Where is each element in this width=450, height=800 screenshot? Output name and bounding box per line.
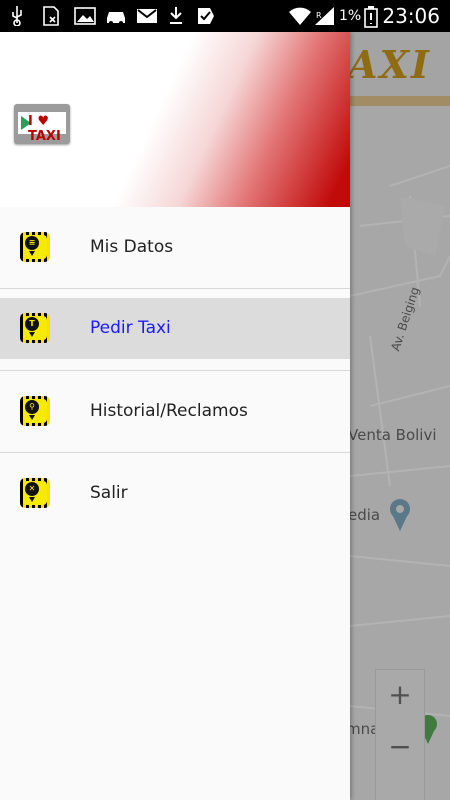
wifi-icon: [288, 6, 312, 26]
sim-icon: [42, 6, 60, 26]
zoom-controls: + −: [375, 669, 425, 800]
clock: 23:06: [382, 4, 440, 28]
taxi-history-icon: ⚲: [20, 396, 50, 428]
app-logo: I ♥ TAXI: [14, 104, 70, 144]
signal-icon: R: [314, 6, 336, 26]
map-view[interactable]: AXI Av. Beiging Venta Bolivi edia mnasia…: [350, 32, 450, 800]
download-icon: [168, 6, 184, 26]
selected-highlight: [0, 298, 350, 359]
navigation-drawer: I ♥ TAXI ≡ Mis Datos T Pedir Taxi ⚲ Hist…: [0, 32, 350, 800]
map-label-place: edia: [350, 506, 381, 524]
drawer-header: I ♥ TAXI: [0, 32, 350, 207]
app-toolbar: AXI: [350, 32, 450, 96]
app-title-fragment: AXI: [350, 42, 431, 87]
status-bar: R 1% 23:06: [0, 0, 450, 32]
image-icon: [74, 6, 96, 26]
menu-item-salir[interactable]: ✕ Salir: [0, 453, 350, 535]
taxi-exit-icon: ✕: [20, 478, 50, 510]
car-icon: [104, 6, 128, 26]
drawer-menu: ≡ Mis Datos T Pedir Taxi ⚲ Historial/Rec…: [0, 207, 350, 535]
menu-item-label: Salir: [90, 483, 128, 503]
menu-item-mis-datos[interactable]: ≡ Mis Datos: [0, 207, 350, 289]
menu-item-historial[interactable]: ⚲ Historial/Reclamos: [0, 371, 350, 453]
app-logo-text: I ♥ TAXI: [28, 114, 61, 144]
toolbar-shadow: [350, 96, 450, 106]
menu-item-label: Mis Datos: [90, 237, 174, 257]
gmail-icon: [136, 6, 158, 26]
svg-text:R: R: [316, 11, 322, 20]
battery-icon: [364, 6, 378, 28]
menu-item-label: Pedir Taxi: [90, 318, 171, 338]
menu-item-pedir-taxi[interactable]: T Pedir Taxi: [0, 289, 350, 371]
usb-icon: [10, 6, 24, 27]
taxi-request-icon: T: [20, 313, 50, 345]
taxi-user-icon: ≡: [20, 232, 50, 264]
check-icon: [196, 6, 216, 26]
map-label-place: Venta Bolivi: [350, 426, 437, 444]
zoom-in-button[interactable]: +: [376, 678, 424, 711]
menu-item-label: Historial/Reclamos: [90, 401, 248, 421]
zoom-out-button[interactable]: −: [376, 730, 424, 763]
battery-percent: 1%: [339, 8, 362, 24]
